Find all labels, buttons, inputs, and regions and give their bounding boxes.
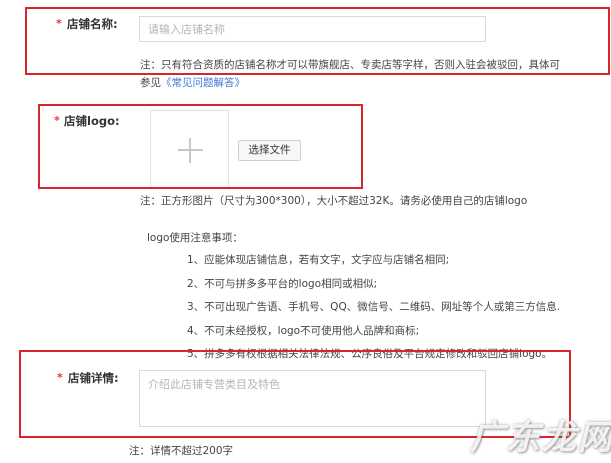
store-detail-textarea[interactable]	[139, 370, 486, 427]
logo-rule-item: 1、应能体现店铺信息，若有文字，文字应与店铺名相同;	[187, 254, 450, 266]
store-logo-label: 店铺logo:	[64, 114, 120, 128]
store-detail-label: 店铺详情:	[68, 371, 119, 385]
faq-link[interactable]: 《常见问题解答》	[161, 77, 245, 89]
logo-rule-item: 3、不可出现广告语、手机号、QQ、微信号、二维码、网址等个人或第三方信息.	[187, 301, 561, 313]
store-name-input[interactable]	[139, 16, 486, 42]
logo-rule-item: 4、不可未经授权，logo不可使用他人品牌和商标;	[187, 325, 420, 337]
store-logo-note: 注：正方形图片（尺寸为300*300），大小不超过32K。请务必使用自己的店铺l…	[140, 195, 528, 207]
plus-icon-vertical	[189, 138, 191, 163]
store-detail-required-mark: *	[57, 371, 63, 384]
store-detail-note: 注：详情不超过200字	[129, 445, 234, 457]
store-name-label: 店铺名称:	[67, 17, 118, 31]
watermark-logo: 广东龙网	[470, 418, 611, 458]
store-name-note-prefix: 参见	[140, 77, 161, 89]
choose-file-button[interactable]: 选择文件	[238, 140, 301, 161]
logo-upload-area[interactable]	[150, 110, 229, 189]
logo-rule-item: 5、拼多多有权根据相关法律法规、公序良俗及平台规定修改和驳回店铺logo。	[187, 348, 553, 360]
logo-rules-title: logo使用注意事项：	[147, 232, 243, 244]
store-name-note: 注：只有符合资质的店铺名称才可以带旗舰店、专卖店等字样，否则入驻会被驳回，具体可	[140, 59, 560, 71]
store-name-required-mark: *	[56, 17, 62, 30]
store-name-note-line2: 参见《常见问题解答》	[140, 75, 245, 90]
logo-rule-item: 2、不可与拼多多平台的logo相同或相似;	[187, 278, 378, 290]
store-logo-required-mark: *	[54, 114, 60, 127]
